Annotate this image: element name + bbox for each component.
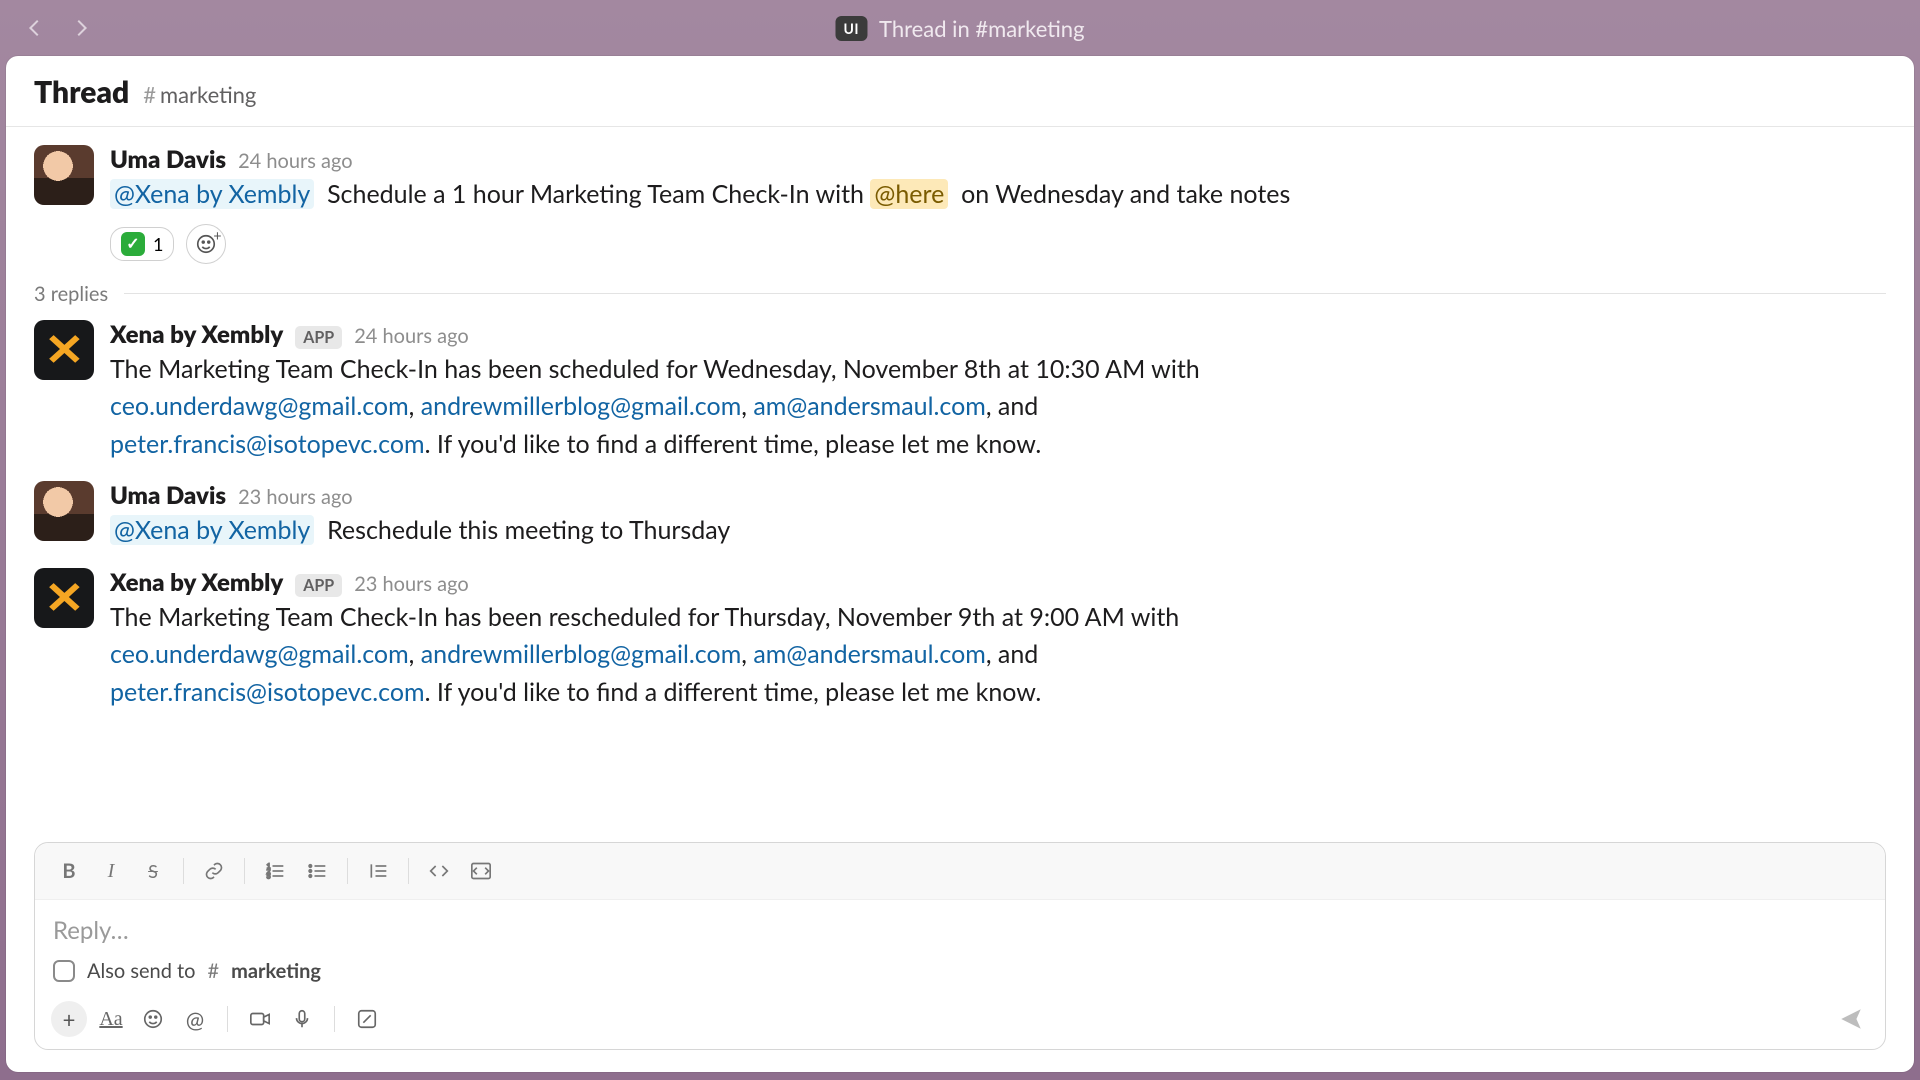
root-message: Uma Davis 24 hours ago @Xena by Xembly S… xyxy=(34,137,1886,274)
emoji-button[interactable] xyxy=(135,1001,171,1037)
ui-badge: UI xyxy=(835,16,867,41)
add-reaction-button[interactable]: + xyxy=(186,224,226,264)
panel-header: Thread # marketing xyxy=(6,56,1914,127)
email-link[interactable]: andrewmillerblog@gmail.com xyxy=(421,391,742,421)
email-link[interactable]: andrewmillerblog@gmail.com xyxy=(421,639,742,669)
bullet-list-button[interactable] xyxy=(297,853,337,889)
bold-button[interactable]: B xyxy=(49,853,89,889)
app-badge: APP xyxy=(295,326,342,349)
email-link[interactable]: am@andersmaul.com xyxy=(753,639,986,669)
also-send-channel: marketing xyxy=(231,959,321,983)
author-name[interactable]: Xena by Xembly xyxy=(110,320,283,349)
hash-icon: # xyxy=(143,81,156,108)
nav-back-button[interactable] xyxy=(24,17,46,39)
message-body: The Marketing Team Check-In has been res… xyxy=(110,597,1360,712)
strikethrough-button[interactable]: S xyxy=(133,853,173,889)
message-text: . If you'd like to find a different time… xyxy=(425,429,1042,459)
send-button[interactable] xyxy=(1833,1001,1869,1037)
email-link[interactable]: peter.francis@isotopevc.com xyxy=(110,429,425,459)
ordered-list-button[interactable]: 123 xyxy=(255,853,295,889)
also-send-label: Also send to xyxy=(87,959,196,983)
thread-scroll[interactable]: Uma Davis 24 hours ago @Xena by Xembly S… xyxy=(6,127,1914,836)
message-body: The Marketing Team Check-In has been sch… xyxy=(110,349,1360,464)
message-body: @Xena by Xembly Schedule a 1 hour Market… xyxy=(110,174,1360,214)
composer: B I S 123 Repl xyxy=(34,842,1886,1050)
app-badge: APP xyxy=(295,574,342,597)
timestamp[interactable]: 24 hours ago xyxy=(354,324,469,348)
xena-logo-icon: ✕ xyxy=(44,571,85,624)
reactions-row: ✓ 1 + xyxy=(110,224,1886,264)
also-send-checkbox[interactable] xyxy=(53,960,75,982)
email-link[interactable]: ceo.underdawg@gmail.com xyxy=(110,391,409,421)
avatar[interactable] xyxy=(34,145,94,205)
timestamp[interactable]: 23 hours ago xyxy=(354,572,469,596)
message-text: The Marketing Team Check-In has been sch… xyxy=(110,354,1200,384)
email-link[interactable]: am@andersmaul.com xyxy=(753,391,986,421)
plus-icon: + xyxy=(213,227,221,244)
reply-separator: 3 replies xyxy=(34,282,1886,306)
reply-message: Uma Davis 23 hours ago @Xena by Xembly R… xyxy=(34,473,1886,560)
email-link[interactable]: peter.francis@isotopevc.com xyxy=(110,677,425,707)
svg-text:3: 3 xyxy=(267,873,271,881)
reaction-count: 1 xyxy=(153,233,163,255)
reply-message: ✕ Xena by Xembly APP 24 hours ago The Ma… xyxy=(34,312,1886,474)
author-name[interactable]: Uma Davis xyxy=(110,145,226,174)
composer-toolbar: + Aa @ xyxy=(35,993,1885,1049)
avatar[interactable]: ✕ xyxy=(34,320,94,380)
author-name[interactable]: Uma Davis xyxy=(110,481,226,510)
shortcuts-button[interactable] xyxy=(349,1001,385,1037)
code-button[interactable] xyxy=(419,853,459,889)
message-text: . If you'd like to find a different time… xyxy=(425,677,1042,707)
here-mention[interactable]: @here xyxy=(870,179,948,209)
message-text: Reschedule this meeting to Thursday xyxy=(327,515,730,545)
window-title: Thread in #marketing xyxy=(879,15,1084,42)
xena-logo-icon: ✕ xyxy=(44,323,85,376)
reply-count: 3 replies xyxy=(34,282,108,306)
format-toggle-button[interactable]: Aa xyxy=(93,1001,129,1037)
video-button[interactable] xyxy=(242,1001,278,1037)
avatar[interactable] xyxy=(34,481,94,541)
message-text: Schedule a 1 hour Marketing Team Check-I… xyxy=(327,179,864,209)
also-send-row: Also send to # marketing xyxy=(35,955,1885,993)
thread-panel: Thread # marketing Uma Davis 24 hours ag… xyxy=(6,56,1914,1072)
message-body: @Xena by Xembly Reschedule this meeting … xyxy=(110,510,1360,550)
hash-icon: # xyxy=(208,959,220,983)
italic-button[interactable]: I xyxy=(91,853,131,889)
author-name[interactable]: Xena by Xembly xyxy=(110,568,283,597)
message-text: on Wednesday and take notes xyxy=(961,179,1290,209)
format-toolbar: B I S 123 xyxy=(35,843,1885,900)
page-title: Thread xyxy=(34,74,129,110)
user-mention[interactable]: @Xena by Xembly xyxy=(110,179,314,209)
avatar[interactable]: ✕ xyxy=(34,568,94,628)
attach-button[interactable]: + xyxy=(51,1001,87,1037)
reply-input[interactable]: Reply… xyxy=(35,900,1885,955)
nav-forward-button[interactable] xyxy=(70,17,92,39)
channel-name: marketing xyxy=(160,81,256,108)
timestamp[interactable]: 23 hours ago xyxy=(238,485,353,509)
reaction-checkmark[interactable]: ✓ 1 xyxy=(110,227,174,261)
link-button[interactable] xyxy=(194,853,234,889)
blockquote-button[interactable] xyxy=(358,853,398,889)
timestamp[interactable]: 24 hours ago xyxy=(238,149,353,173)
user-mention[interactable]: @Xena by Xembly xyxy=(110,515,314,545)
reply-message: ✕ Xena by Xembly APP 23 hours ago The Ma… xyxy=(34,560,1886,722)
mention-button[interactable]: @ xyxy=(177,1001,213,1037)
codeblock-button[interactable] xyxy=(461,853,501,889)
channel-chip[interactable]: # marketing xyxy=(143,81,256,108)
checkmark-icon: ✓ xyxy=(121,232,145,256)
titlebar: UI Thread in #marketing xyxy=(0,0,1920,56)
message-text: The Marketing Team Check-In has been res… xyxy=(110,602,1179,632)
audio-button[interactable] xyxy=(284,1001,320,1037)
email-link[interactable]: ceo.underdawg@gmail.com xyxy=(110,639,409,669)
